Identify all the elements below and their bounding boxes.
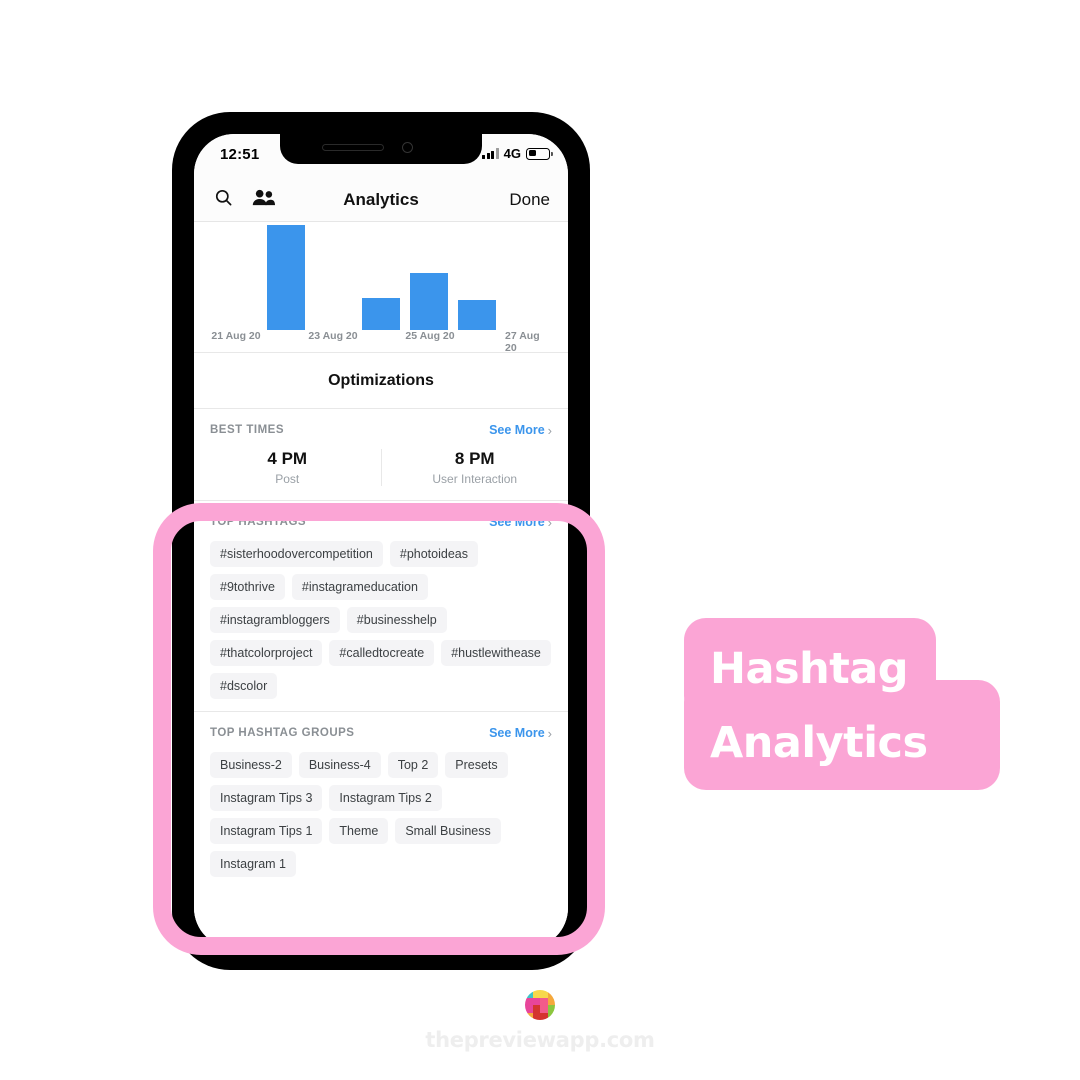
app-nav-bar: Analytics Done <box>194 178 568 222</box>
x-tick-label: 27 Aug 20 <box>505 330 540 354</box>
status-indicators: 4G <box>482 146 553 161</box>
earpiece-speaker-icon <box>322 144 384 151</box>
search-icon[interactable] <box>214 188 233 212</box>
best-times-header: BEST TIMES See More › <box>194 409 568 443</box>
chevron-right-icon: › <box>547 725 552 741</box>
hashtag-group-chip[interactable]: Small Business <box>395 818 501 844</box>
front-camera-icon <box>402 142 413 153</box>
best-times-see-more-button[interactable]: See More › <box>489 423 552 437</box>
hashtag-group-chip[interactable]: Theme <box>329 818 389 844</box>
chart-bar <box>410 273 448 330</box>
hashtag-group-chip[interactable]: Instagram Tips 3 <box>210 785 323 811</box>
chart-bar <box>362 298 400 330</box>
best-time-post: 4 PM Post <box>194 449 381 486</box>
done-button[interactable]: Done <box>509 190 550 210</box>
top-hashtags-chip-list: #sisterhoodovercompetition #photoideas #… <box>194 535 568 711</box>
top-hashtag-groups-see-more-button[interactable]: See More › <box>489 726 552 740</box>
see-more-label: See More <box>489 515 545 529</box>
best-time-value: 8 PM <box>454 449 495 468</box>
hashtag-chip[interactable]: #instagrambloggers <box>210 607 340 633</box>
preview-app-logo-icon <box>525 990 555 1020</box>
hashtag-groups-chip-list: Business-2 Business-4 Top 2 Presets Inst… <box>194 746 568 889</box>
optimizations-title: Optimizations <box>194 353 568 408</box>
hashtag-chip[interactable]: #businesshelp <box>346 607 447 633</box>
hashtag-group-chip[interactable]: Business-2 <box>210 752 292 778</box>
chart-x-axis: 21 Aug 20 23 Aug 20 25 Aug 20 27 Aug 20 <box>194 330 568 354</box>
chevron-right-icon: › <box>547 422 552 438</box>
chart-bar <box>458 300 496 330</box>
best-time-user-interaction: 8 PM User Interaction <box>380 449 569 486</box>
hashtag-chip[interactable]: #dscolor <box>210 673 278 699</box>
hashtag-chip[interactable]: #sisterhoodovercompetition <box>210 541 383 567</box>
hashtag-group-chip[interactable]: Instagram 1 <box>210 851 297 877</box>
people-icon[interactable] <box>252 188 275 212</box>
label-line-2: Analytics <box>710 718 928 768</box>
top-hashtags-label: TOP HASHTAGS <box>210 516 307 528</box>
hashtag-group-chip[interactable]: Instagram Tips 2 <box>329 785 442 811</box>
label-text: Hashtag Analytics <box>684 618 1000 790</box>
best-times-values: 4 PM Post 8 PM User Interaction <box>194 443 568 500</box>
best-time-label: User Interaction <box>432 472 518 486</box>
see-more-label: See More <box>489 726 545 740</box>
top-hashtag-groups-header: TOP HASHTAG GROUPS See More › <box>194 712 568 746</box>
best-times-label: BEST TIMES <box>210 424 285 436</box>
x-tick-label: 23 Aug 20 <box>308 330 358 342</box>
best-time-value: 4 PM <box>267 449 308 468</box>
hashtag-chip[interactable]: #instagrameducation <box>291 574 428 600</box>
hashtag-chip[interactable]: #calledtocreate <box>329 640 435 666</box>
chart-plot-area <box>194 222 568 330</box>
see-more-label: See More <box>489 423 545 437</box>
hashtag-chip[interactable]: #hustlewithease <box>441 640 551 666</box>
chevron-right-icon: › <box>547 514 552 530</box>
top-hashtags-header: TOP HASHTAGS See More › <box>194 501 568 535</box>
status-time: 12:51 <box>220 146 260 163</box>
phone-mockup: 12:51 4G Analytics Done 21 Aug 20 23 Aug… <box>172 112 590 970</box>
best-time-label: Post <box>275 472 300 486</box>
phone-notch <box>280 134 482 164</box>
network-type-label: 4G <box>503 146 521 161</box>
x-tick-label: 21 Aug 20 <box>211 330 261 342</box>
status-bar: 12:51 4G <box>194 134 568 178</box>
poster-canvas: 12:51 4G Analytics Done 21 Aug 20 23 Aug… <box>0 0 1080 1080</box>
hashtag-group-chip[interactable]: Presets <box>445 752 508 778</box>
hashtag-chip[interactable]: #photoideas <box>389 541 478 567</box>
top-hashtag-groups-label: TOP HASHTAG GROUPS <box>210 727 355 739</box>
hashtag-chip[interactable]: #9tothrive <box>210 574 285 600</box>
watermark: thepreviewapp.com <box>0 990 1080 1052</box>
top-hashtags-see-more-button[interactable]: See More › <box>489 515 552 529</box>
label-line-1: Hashtag <box>710 644 909 694</box>
analytics-scroll-content[interactable]: 21 Aug 20 23 Aug 20 25 Aug 20 27 Aug 20 … <box>194 222 568 948</box>
watermark-text: thepreviewapp.com <box>425 1028 655 1052</box>
hashtag-group-chip[interactable]: Business-4 <box>298 752 381 778</box>
hashtag-group-chip[interactable]: Top 2 <box>387 752 439 778</box>
chart-bar <box>267 225 305 330</box>
signal-bars-icon <box>482 148 499 159</box>
annotation-label: Hashtag Analytics <box>684 618 1000 790</box>
x-tick-label: 25 Aug 20 <box>405 330 455 342</box>
phone-screen: 12:51 4G Analytics Done 21 Aug 20 23 Aug… <box>194 134 568 948</box>
hashtag-group-chip[interactable]: Instagram Tips 1 <box>210 818 323 844</box>
hashtag-chip[interactable]: #thatcolorproject <box>210 640 323 666</box>
battery-icon <box>526 147 553 160</box>
engagement-bar-chart: 21 Aug 20 23 Aug 20 25 Aug 20 27 Aug 20 <box>194 222 568 354</box>
